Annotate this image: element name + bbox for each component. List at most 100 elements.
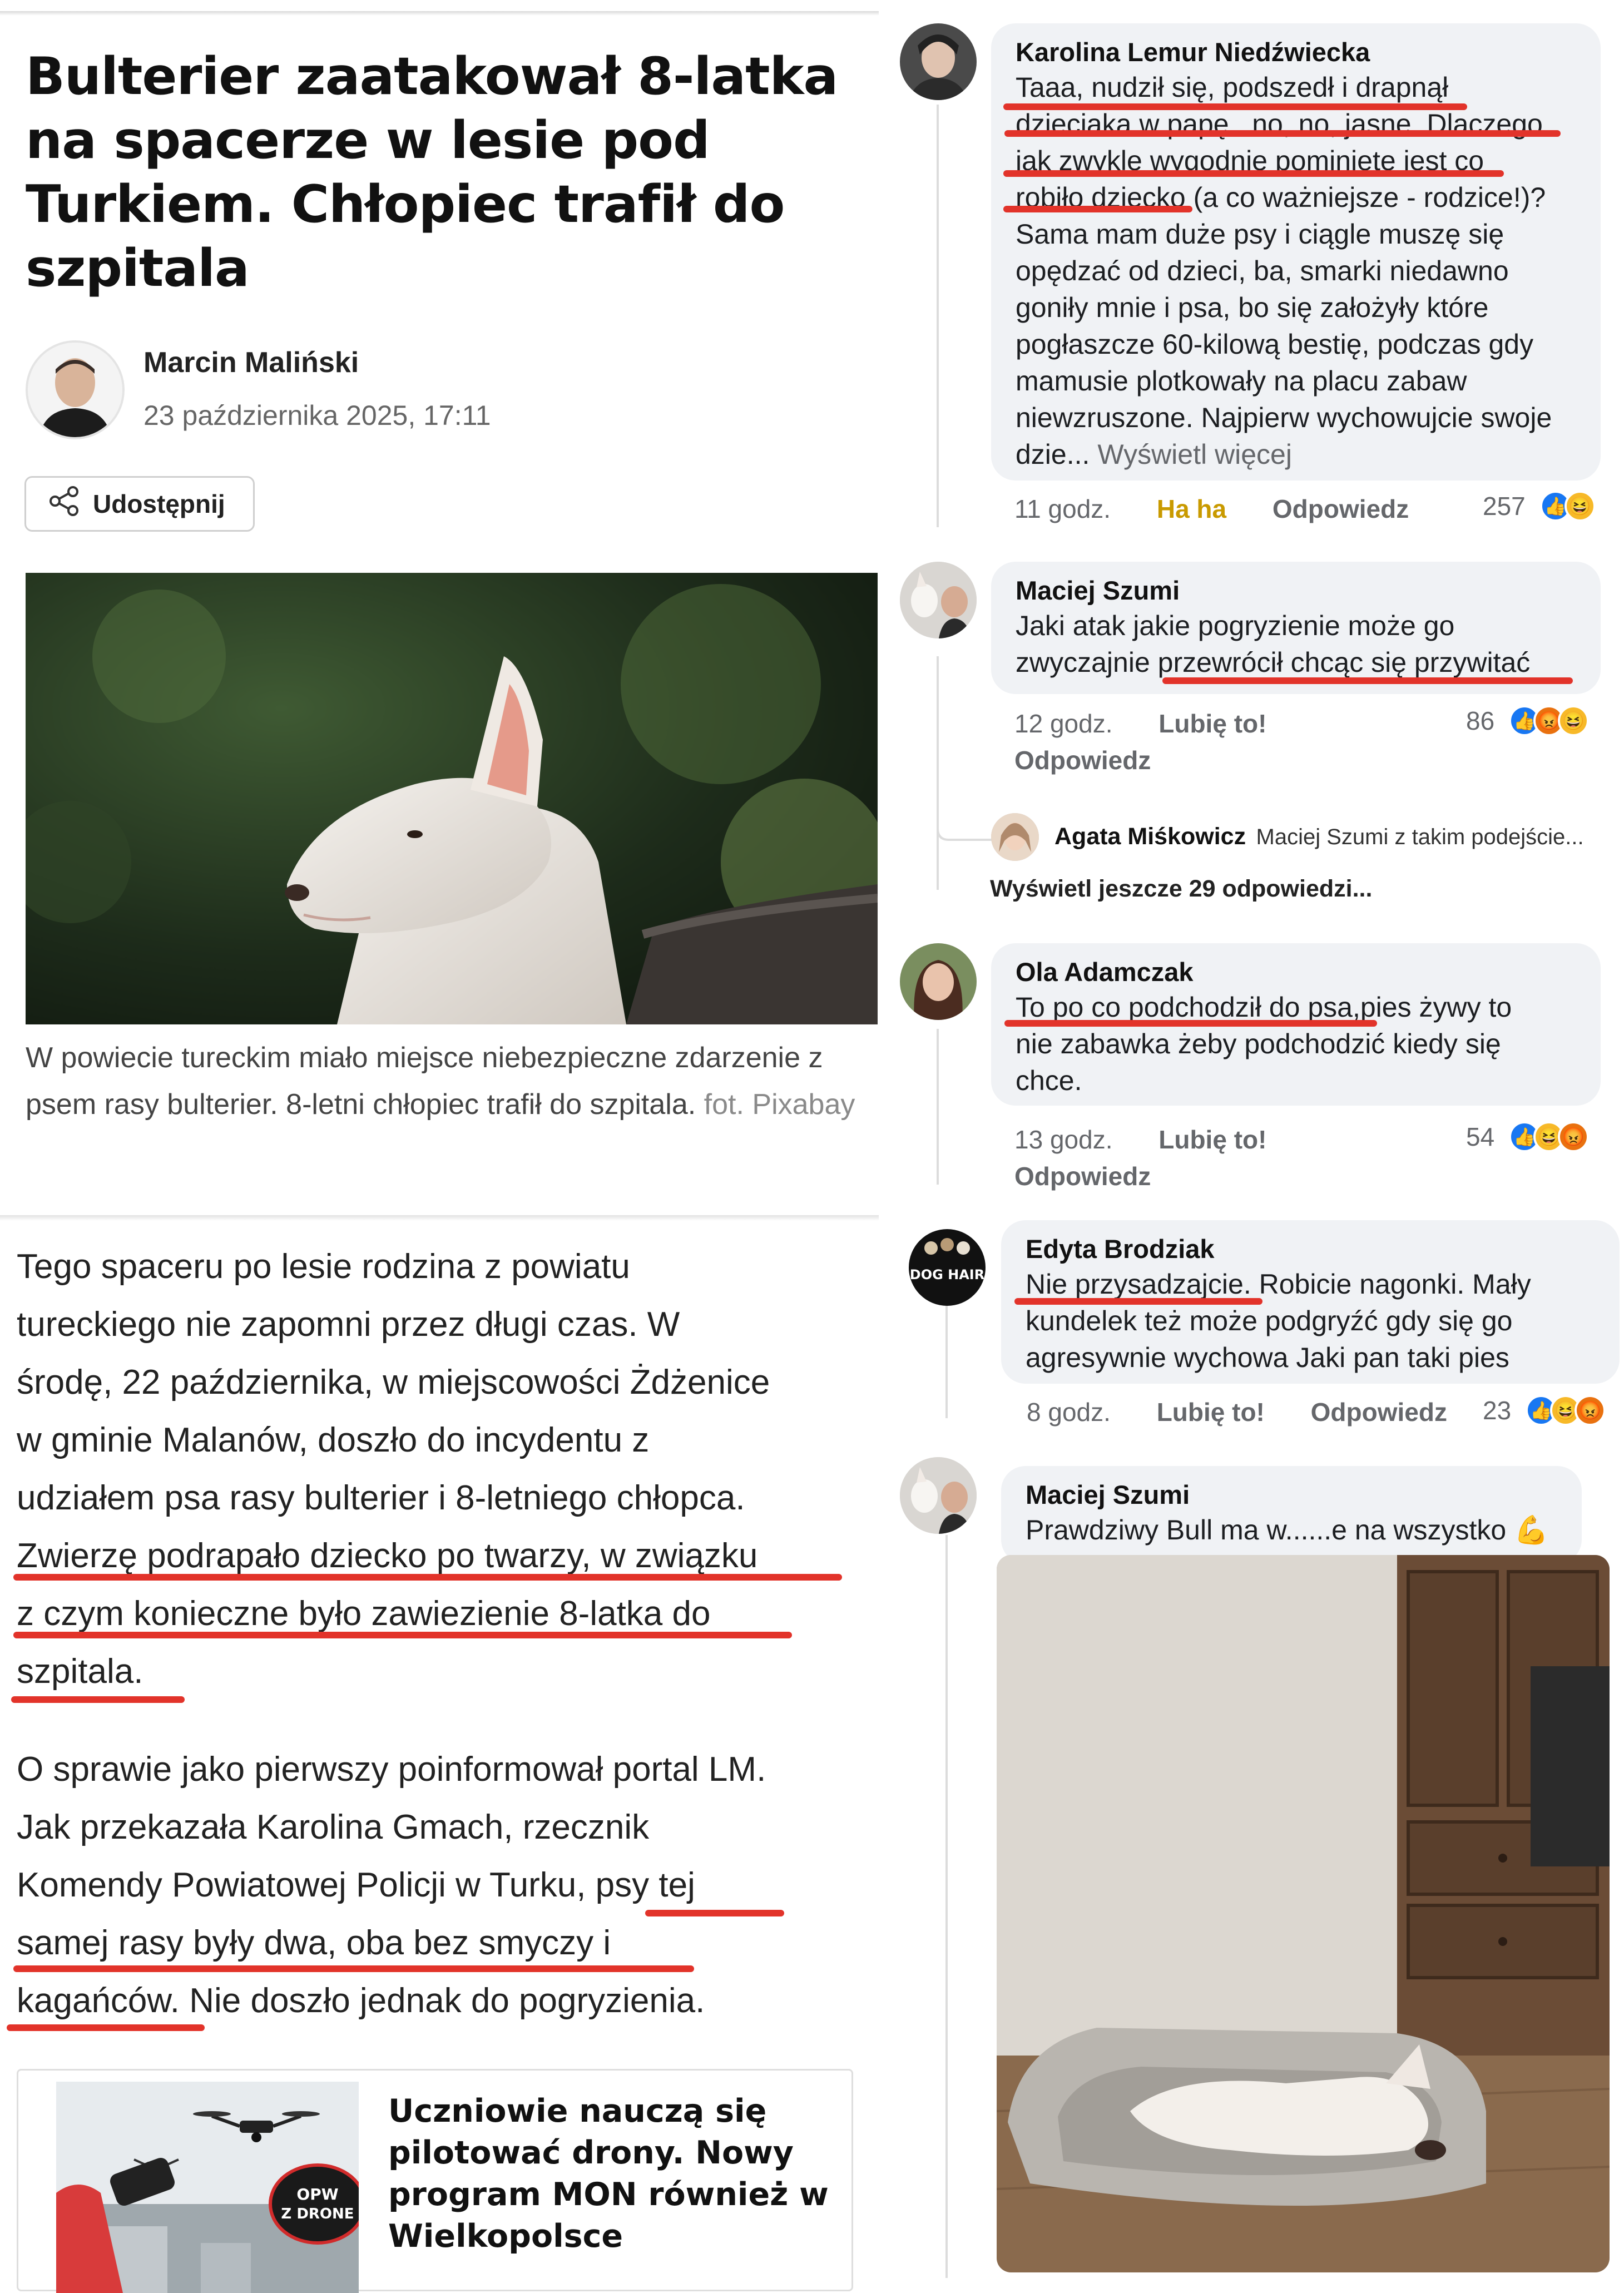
paragraph-line: samej rasy były dwa, oba bez smyczy i — [17, 1924, 611, 1962]
comment-meta: 13 godz. Lubię to! Odpowiedz — [1014, 1121, 1266, 1195]
reaction-summary[interactable]: 86 👍 😡 😆 — [1466, 705, 1590, 736]
related-article-title[interactable]: Uczniowie nauczą się pilotować drony. No… — [388, 2091, 833, 2257]
highlight-underline — [1003, 206, 1192, 212]
reply-button[interactable]: Odpowiedz — [1311, 1398, 1447, 1427]
article-photo — [26, 573, 878, 1024]
share-label: Udostępnij — [93, 489, 225, 518]
more-replies-link[interactable]: Wyświetl jeszcze 29 odpowiedzi... — [990, 875, 1372, 903]
reaction-action[interactable]: Ha ha — [1157, 494, 1226, 523]
publish-date: 23 października 2025, 17:11 — [143, 400, 491, 431]
share-button[interactable]: Udostępnij — [24, 476, 255, 532]
comment-avatar[interactable] — [900, 1457, 977, 1534]
highlight-underline — [13, 1965, 694, 1972]
top-shadow — [0, 11, 879, 16]
comment-line: nie zabawka żeby podchodzić kiedy się — [1016, 1028, 1501, 1059]
paragraph-line: Jak przekazała Karolina Gmach, rzecznik — [17, 1808, 650, 1846]
article-headline: Bulterier zaatakował 8-latka na spacerze… — [26, 46, 838, 298]
comment-meta: 12 godz. Lubię to! Odpowiedz — [1014, 705, 1266, 779]
thread-line — [937, 105, 939, 527]
comment-line: Sama mam duże psy i ciągle muszę się — [1016, 219, 1504, 250]
badge-text: OPW — [296, 2185, 338, 2203]
comment-time: 11 godz. — [1014, 494, 1111, 523]
haha-icon: 😆 — [1558, 705, 1590, 736]
highlight-underline — [11, 1696, 185, 1703]
thread-line — [937, 1029, 939, 1185]
haha-icon: 😆 — [1564, 491, 1596, 522]
paragraph-line: szpitala. — [17, 1652, 143, 1691]
thread-line — [945, 1535, 948, 2278]
related-article-card[interactable]: OPW Z DRONE Uczniowie nauczą się pilotow… — [17, 2069, 853, 2293]
comment-line: agresywnie wychowa Jaki pan taki pies — [1026, 1342, 1509, 1373]
comment-author[interactable]: Karolina Lemur Niedźwiecka — [1016, 36, 1576, 69]
comment-line: opędzać od dzieci, ba, smarki niedawno — [1016, 255, 1509, 286]
paragraph-line: w gminie Malanów, doszło do incydentu z — [17, 1421, 650, 1459]
comment-author[interactable]: Maciej Szumi — [1026, 1478, 1557, 1512]
highlight-underline — [1004, 1020, 1377, 1027]
comment-avatar[interactable] — [900, 562, 977, 638]
reaction-summary[interactable]: 54 👍 😆 😡 — [1466, 1121, 1590, 1152]
related-article-image[interactable]: OPW Z DRONE — [56, 2082, 359, 2293]
paragraph-line: udziałem psa rasy bulterier i 8-letniego… — [17, 1479, 745, 1517]
comment-text: Prawdziwy Bull ma w......e na wszystko 💪 — [1026, 1512, 1557, 1548]
share-icon — [48, 485, 81, 523]
comment-text: Jaki atak jakie pogryzienie może go zwyc… — [1016, 607, 1576, 681]
author-avatar[interactable] — [26, 340, 125, 439]
muscle-emoji-icon: 💪 — [1514, 1514, 1549, 1546]
comment-author[interactable]: Maciej Szumi — [1016, 574, 1576, 607]
comment-line: goniły mnie i psa, bo się założyły które — [1016, 292, 1489, 323]
paragraph-line: Tego spaceru po lesie rodzina z powiatu — [17, 1247, 630, 1286]
reaction-count: 86 — [1466, 706, 1495, 735]
comment-avatar[interactable] — [900, 23, 977, 100]
author-name[interactable]: Marcin Maliński — [143, 346, 359, 379]
reaction-summary[interactable]: 257 👍 😆 — [1483, 491, 1596, 522]
like-button[interactable]: Lubię to! — [1157, 1398, 1265, 1427]
reaction-count: 23 — [1483, 1396, 1512, 1425]
paragraph-line: środę, 22 października, w miejscowości Ż… — [17, 1363, 770, 1401]
comment-meta: 8 godz. Lubię to! Odpowiedz — [1027, 1397, 1447, 1427]
highlight-underline — [1162, 677, 1573, 684]
comment-line: dzie... — [1016, 439, 1090, 470]
comment-line: Jaki atak jakie pogryzienie może go — [1016, 610, 1455, 641]
reply-preview[interactable]: Agata Miśkowicz Maciej Szumi z takim pod… — [1054, 823, 1600, 850]
comment-avatar[interactable]: DOG HAIR — [909, 1229, 986, 1306]
comment-line: chce. — [1016, 1065, 1082, 1096]
highlight-underline — [13, 1574, 842, 1581]
comment-line: Nie przysadzajcie. Robicie nagonki. Mały — [1026, 1269, 1531, 1300]
comment-bubble: Maciej Szumi Jaki atak jakie pogryzienie… — [991, 562, 1601, 694]
comment-line: Prawdziwy Bull ma w......e na wszystko — [1026, 1514, 1507, 1546]
highlight-underline — [645, 1910, 784, 1916]
comment-line: Taaa, nudził się, podszedł i drapnął — [1016, 72, 1449, 103]
reply-button[interactable]: Odpowiedz — [1273, 494, 1409, 523]
comment-line: dzieciaka w papę.. no, no, jasne. Dlacze… — [1016, 108, 1543, 140]
comment-photo[interactable] — [997, 1555, 1610, 2272]
reply-button[interactable]: Odpowiedz — [1014, 742, 1266, 779]
see-more-link[interactable]: Wyświetl więcej — [1097, 439, 1292, 470]
like-button[interactable]: Lubię to! — [1158, 709, 1266, 738]
reaction-summary[interactable]: 23 👍 😆 😡 — [1483, 1395, 1606, 1426]
highlight-underline — [1003, 170, 1504, 177]
reply-button[interactable]: Odpowiedz — [1014, 1158, 1266, 1195]
reaction-count: 54 — [1466, 1122, 1495, 1151]
comment-author[interactable]: Edyta Brodziak — [1026, 1232, 1595, 1266]
comment-line: pogłaszcze 60-kilową bestię, podczas gdy — [1016, 329, 1534, 360]
comment-line: zwyczajnie przewrócił chcąc się przywita… — [1016, 647, 1531, 678]
paragraph-line: O sprawie jako pierwszy poinformował por… — [17, 1750, 766, 1789]
paragraph-line: Komendy Powiatowej Policji w Turku, psy … — [17, 1866, 695, 1904]
angry-icon: 😡 — [1558, 1121, 1590, 1152]
highlight-underline — [1014, 1298, 1262, 1305]
comment-author[interactable]: Ola Adamczak — [1016, 955, 1576, 989]
comment-time: 8 godz. — [1027, 1398, 1111, 1427]
comment-bubble: Karolina Lemur Niedźwiecka Taaa, nudził … — [991, 23, 1601, 481]
paragraph-line: tureckiego nie zapomni przez długi czas.… — [17, 1305, 680, 1344]
paragraph-line: kagańców. Nie doszło jednak do pogryzien… — [17, 1982, 705, 2020]
reply-text: Maciej Szumi z takim podejście... — [1256, 825, 1584, 849]
reply-author[interactable]: Agata Miśkowicz — [1054, 823, 1246, 850]
section-divider — [0, 1215, 879, 1221]
comment-avatar[interactable] — [900, 943, 977, 1020]
comment-time: 13 godz. — [1014, 1125, 1113, 1154]
highlight-underline — [13, 1632, 792, 1638]
like-button[interactable]: Lubię to! — [1158, 1125, 1266, 1154]
reply-avatar[interactable] — [991, 813, 1039, 861]
angry-icon: 😡 — [1575, 1395, 1606, 1426]
comment-meta: 11 godz. Ha ha Odpowiedz — [1014, 494, 1409, 524]
